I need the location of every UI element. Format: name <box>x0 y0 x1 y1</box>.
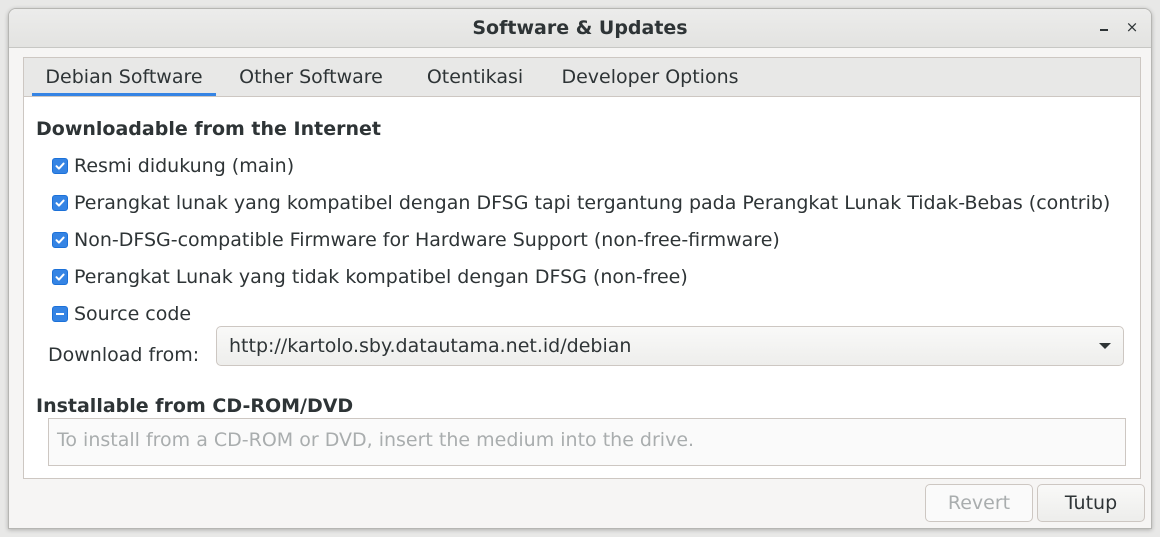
tab-label: Other Software <box>239 66 383 88</box>
close-icon: × <box>1125 18 1139 36</box>
checkbox-checked[interactable] <box>52 232 68 248</box>
check-icon <box>55 273 65 281</box>
tab-developer-options[interactable]: Developer Options <box>552 58 748 96</box>
tab-label: Otentikasi <box>426 66 524 88</box>
cdrom-section-heading: Installable from CD-ROM/DVD <box>36 395 354 417</box>
option-contrib[interactable]: Perangkat lunak yang kompatibel dengan D… <box>52 191 1110 215</box>
check-icon <box>55 236 65 244</box>
checkbox-indeterminate[interactable] <box>52 306 68 322</box>
tab-label: Debian Software <box>45 66 203 88</box>
cdrom-list[interactable]: To install from a CD-ROM or DVD, insert … <box>48 418 1126 466</box>
window-title: Software & Updates <box>472 17 688 39</box>
tab-bar: Debian Software Other Software Otentikas… <box>24 58 1140 97</box>
software-updates-window: Software & Updates × Debian Software Oth… <box>8 8 1152 529</box>
internet-section-heading: Downloadable from the Internet <box>36 118 381 140</box>
close-button[interactable]: Tutup <box>1037 484 1145 522</box>
close-window-button[interactable]: × <box>1121 17 1143 39</box>
option-label: Non-DFSG-compatible Firmware for Hardwar… <box>74 229 780 251</box>
dash-icon <box>56 313 64 315</box>
tab-otentikasi[interactable]: Otentikasi <box>416 58 534 96</box>
download-server-dropdown[interactable]: http://kartolo.sby.datautama.net.id/debi… <box>216 326 1124 366</box>
notebook: Debian Software Other Software Otentikas… <box>23 57 1141 479</box>
cdrom-placeholder: To install from a CD-ROM or DVD, insert … <box>57 429 695 451</box>
minimize-button[interactable] <box>1093 17 1115 39</box>
tab-label: Developer Options <box>561 66 739 88</box>
option-label: Perangkat Lunak yang tidak kompatibel de… <box>74 266 688 288</box>
checkbox-checked[interactable] <box>52 269 68 285</box>
download-server-value: http://kartolo.sby.datautama.net.id/debi… <box>229 335 632 357</box>
option-non-free-firmware[interactable]: Non-DFSG-compatible Firmware for Hardwar… <box>52 228 780 252</box>
option-source-code[interactable]: Source code <box>52 302 191 326</box>
download-from-label: Download from: <box>48 344 200 366</box>
option-main[interactable]: Resmi didukung (main) <box>52 154 294 178</box>
option-non-free[interactable]: Perangkat Lunak yang tidak kompatibel de… <box>52 265 688 289</box>
minimize-icon <box>1100 28 1108 31</box>
option-label: Perangkat lunak yang kompatibel dengan D… <box>74 192 1111 214</box>
tab-debian-software[interactable]: Debian Software <box>32 58 216 96</box>
option-label: Resmi didukung (main) <box>74 155 295 177</box>
revert-button[interactable]: Revert <box>925 484 1033 522</box>
tab-other-software[interactable]: Other Software <box>230 58 392 96</box>
check-icon <box>55 162 65 170</box>
check-icon <box>55 199 65 207</box>
option-label: Source code <box>74 303 192 325</box>
titlebar[interactable]: Software & Updates × <box>9 9 1151 48</box>
dropdown-arrow-icon <box>1099 343 1111 349</box>
checkbox-checked[interactable] <box>52 158 68 174</box>
checkbox-checked[interactable] <box>52 195 68 211</box>
